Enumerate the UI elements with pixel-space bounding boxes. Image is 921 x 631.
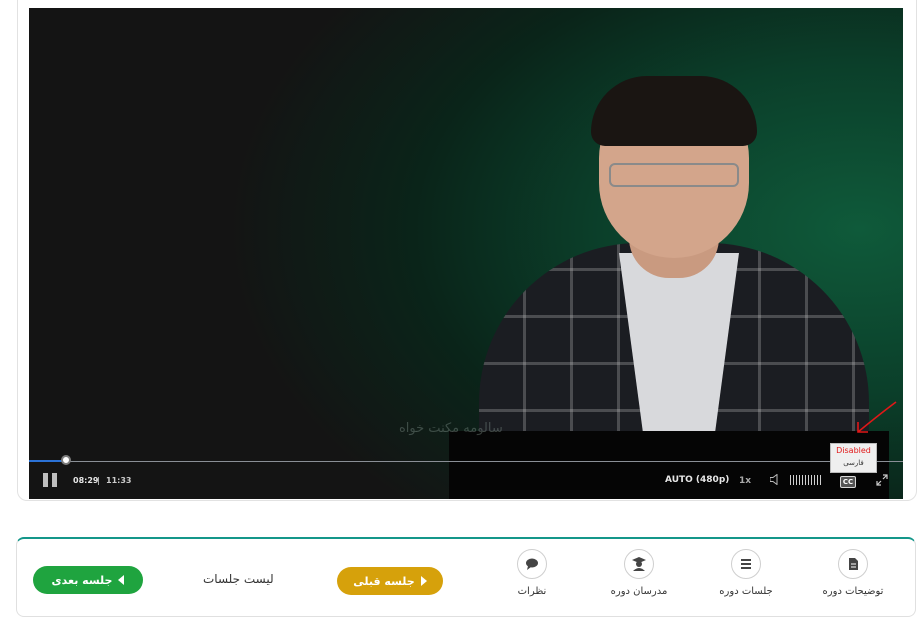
volume-icon[interactable] xyxy=(770,474,780,485)
progress-handle[interactable] xyxy=(61,455,71,465)
progress-track[interactable] xyxy=(29,461,903,462)
presenter-image xyxy=(449,68,889,499)
captions-menu: Disabled فارسی xyxy=(830,443,877,473)
nav-course-sessions[interactable]: جلسات دوره xyxy=(701,549,791,597)
list-icon xyxy=(741,559,751,569)
captions-option-persian[interactable]: فارسی xyxy=(831,457,876,470)
nav-label: توضیحات دوره xyxy=(822,586,884,597)
previous-session-button[interactable]: جلسه قبلی xyxy=(337,567,443,595)
volume-slider[interactable] xyxy=(790,475,822,485)
sessions-list-link[interactable]: لیست جلسات xyxy=(203,572,274,586)
teacher-icon xyxy=(632,557,646,571)
captions-button[interactable]: CC xyxy=(840,476,856,488)
video-frame[interactable]: سالومه مکنت خواه xyxy=(29,8,903,499)
pause-button[interactable] xyxy=(42,473,58,487)
nav-label: جلسات دوره xyxy=(719,586,773,597)
pause-icon xyxy=(43,473,48,487)
total-time: 11:33 xyxy=(106,476,132,485)
nav-comments[interactable]: نظرات xyxy=(487,549,577,597)
caret-left-icon xyxy=(118,575,125,585)
progress-fill xyxy=(29,460,64,462)
captions-option-disabled[interactable]: Disabled xyxy=(831,444,876,457)
comment-icon xyxy=(526,558,538,570)
next-session-button[interactable]: جلسه بعدی xyxy=(33,566,143,594)
current-time: 08:29 xyxy=(73,476,99,485)
nav-course-teachers[interactable]: مدرسان دوره xyxy=(594,549,684,597)
nav-label: مدرسان دوره xyxy=(610,586,668,597)
time-separator: | xyxy=(97,476,100,485)
fullscreen-icon[interactable] xyxy=(876,474,888,486)
nav-course-description[interactable]: توضیحات دوره xyxy=(808,549,898,597)
video-watermark: سالومه مکنت خواه xyxy=(399,421,503,436)
playback-speed[interactable]: 1x xyxy=(739,476,751,486)
document-icon xyxy=(849,558,858,570)
quality-selector[interactable]: AUTO (480p) xyxy=(665,475,729,485)
nav-label: نظرات xyxy=(517,586,547,597)
caret-right-icon xyxy=(420,576,427,586)
annotation-arrow-icon xyxy=(857,401,897,433)
